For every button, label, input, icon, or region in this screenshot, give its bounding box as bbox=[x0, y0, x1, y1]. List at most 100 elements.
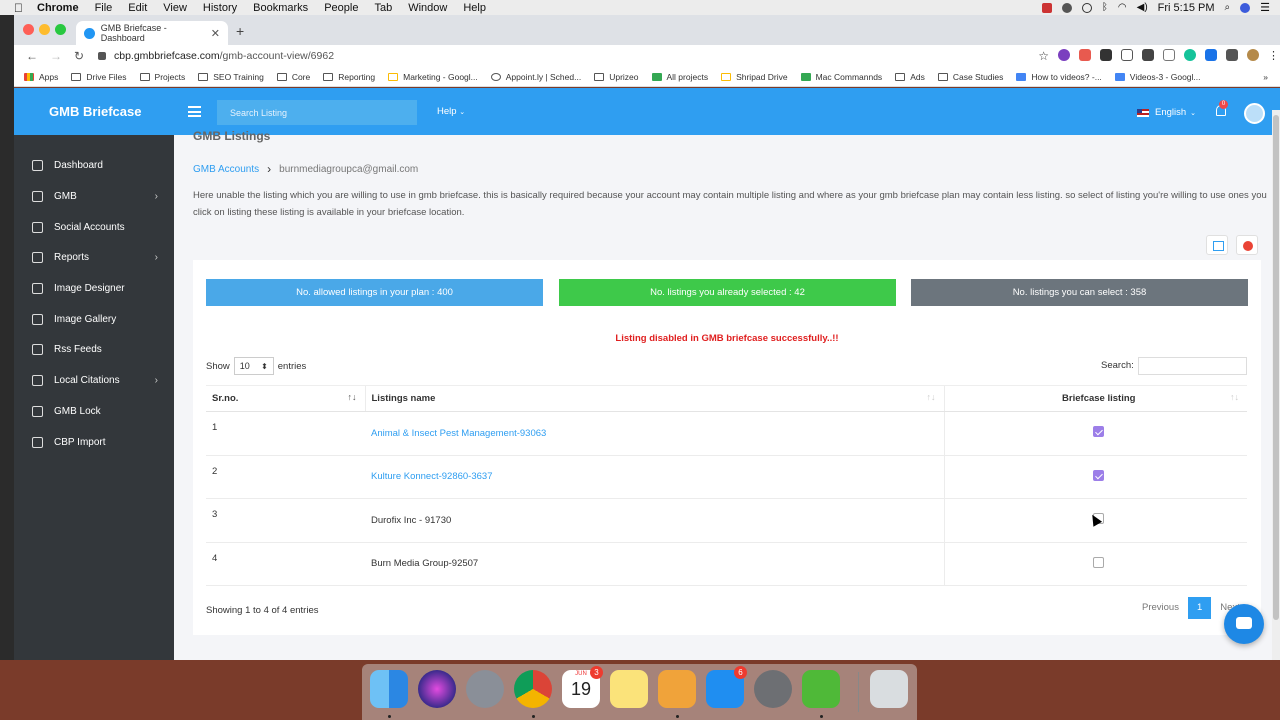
tab-close-icon[interactable]: ✕ bbox=[211, 27, 220, 40]
listing-link[interactable]: Kulture Konnect-92860-3637 bbox=[371, 471, 492, 482]
system-preferences-icon[interactable] bbox=[754, 670, 792, 708]
sidebar-item-gmb[interactable]: GMB › bbox=[14, 186, 174, 206]
lock-icon[interactable] bbox=[98, 52, 106, 60]
notification-center-icon[interactable]: ☰ bbox=[1260, 1, 1270, 14]
sidebar-item-image-designer[interactable]: Image Designer bbox=[14, 278, 174, 298]
camtasia-icon[interactable] bbox=[802, 670, 840, 708]
extension-icon[interactable] bbox=[1079, 49, 1091, 61]
menu-file[interactable]: File bbox=[95, 2, 113, 14]
column-header-listings-name[interactable]: Listings name ↑↓ bbox=[364, 385, 944, 412]
search-listing-input[interactable] bbox=[217, 100, 417, 125]
guide-book-icon[interactable] bbox=[1206, 235, 1228, 255]
siri-icon[interactable] bbox=[418, 670, 456, 708]
menu-window[interactable]: Window bbox=[408, 2, 447, 14]
table-search-input[interactable] bbox=[1138, 357, 1247, 375]
briefcase-checkbox[interactable] bbox=[1093, 469, 1105, 481]
launchpad-icon[interactable] bbox=[466, 670, 504, 708]
minimize-window-icon[interactable] bbox=[39, 24, 50, 35]
trash-icon[interactable] bbox=[870, 670, 908, 708]
bluetooth-icon[interactable]: ᛒ bbox=[1102, 2, 1108, 13]
bookmark-folder[interactable]: Drive Files bbox=[71, 72, 127, 82]
bookmark-folder[interactable]: Case Studies bbox=[937, 72, 1003, 82]
briefcase-checkbox[interactable] bbox=[1093, 426, 1105, 438]
bookmark-folder[interactable]: Uprizeo bbox=[594, 72, 639, 82]
bookmark-folder[interactable]: Ads bbox=[895, 72, 925, 82]
siri-icon[interactable] bbox=[1240, 2, 1251, 13]
extension-icon[interactable] bbox=[1142, 49, 1154, 61]
bookmark-folder[interactable]: SEO Training bbox=[198, 72, 264, 82]
user-avatar[interactable] bbox=[1244, 103, 1265, 124]
hamburger-menu-icon[interactable] bbox=[188, 106, 201, 117]
bookmarks-overflow-icon[interactable]: » bbox=[1263, 72, 1268, 82]
browser-tab[interactable]: GMB Briefcase - Dashboard ✕ bbox=[76, 21, 228, 45]
chrome-menu-icon[interactable]: ⋮ bbox=[1268, 49, 1279, 62]
status-app-icon[interactable] bbox=[1041, 2, 1052, 13]
menu-help[interactable]: Help bbox=[463, 2, 486, 14]
scrollbar-thumb[interactable] bbox=[1273, 115, 1279, 620]
notes-icon[interactable] bbox=[610, 670, 648, 708]
extension-icon[interactable] bbox=[1100, 49, 1112, 61]
volume-icon[interactable]: ◀) bbox=[1137, 2, 1148, 13]
bookmark-star-icon[interactable]: ☆ bbox=[1038, 49, 1049, 63]
chat-widget-icon[interactable] bbox=[1224, 604, 1264, 644]
menu-edit[interactable]: Edit bbox=[128, 2, 147, 14]
spotlight-icon[interactable]: ⌕ bbox=[1225, 2, 1231, 13]
pagination-page-1[interactable]: 1 bbox=[1187, 597, 1212, 619]
bookmark-link[interactable]: Marketing - Googl... bbox=[388, 72, 478, 82]
sidebar-item-dashboard[interactable]: Dashboard bbox=[14, 155, 174, 175]
extension-icon[interactable] bbox=[1205, 49, 1217, 61]
breadcrumb-gmb-accounts[interactable]: GMB Accounts bbox=[193, 164, 259, 175]
sidebar-item-cbp-import[interactable]: CBP Import bbox=[14, 432, 174, 452]
extension-icon[interactable] bbox=[1163, 49, 1175, 61]
status-cc-icon[interactable] bbox=[1061, 2, 1072, 13]
sidebar-item-image-gallery[interactable]: Image Gallery bbox=[14, 309, 174, 329]
help-dropdown[interactable]: Help ⌄ bbox=[437, 106, 465, 117]
zoom-window-icon[interactable] bbox=[55, 24, 66, 35]
reload-icon[interactable]: ↻ bbox=[74, 49, 86, 63]
sidebar-item-local-citations[interactable]: Local Citations › bbox=[14, 370, 174, 390]
sidebar-item-reports[interactable]: Reports › bbox=[14, 247, 174, 267]
forward-icon[interactable]: → bbox=[50, 49, 62, 63]
bookmark-link[interactable]: How to videos? -... bbox=[1016, 72, 1102, 82]
pages-icon[interactable] bbox=[658, 670, 696, 708]
sidebar-item-social-accounts[interactable]: Social Accounts bbox=[14, 217, 174, 237]
wifi-icon[interactable]: ◠ bbox=[1118, 2, 1127, 13]
menu-people[interactable]: People bbox=[324, 2, 358, 14]
bookmark-apps[interactable]: Apps bbox=[24, 72, 58, 82]
bookmark-folder[interactable]: Projects bbox=[139, 72, 185, 82]
address-bar[interactable]: cbp.gmbbriefcase.com/gmb-account-view/69… bbox=[98, 50, 334, 62]
extension-icon[interactable] bbox=[1058, 49, 1070, 61]
bookmark-link[interactable]: Shripad Drive bbox=[721, 72, 788, 82]
entries-select[interactable]: 10 bbox=[233, 357, 274, 375]
sidebar-item-rss-feeds[interactable]: Rss Feeds bbox=[14, 339, 174, 359]
bookmark-link[interactable]: Mac Commannds bbox=[800, 72, 882, 82]
extensions-puzzle-icon[interactable] bbox=[1226, 49, 1238, 61]
brand-logo[interactable]: GMB Briefcase bbox=[49, 104, 141, 119]
menu-view[interactable]: View bbox=[163, 2, 187, 14]
menu-history[interactable]: History bbox=[203, 2, 237, 14]
back-icon[interactable]: ← bbox=[26, 49, 38, 63]
language-dropdown[interactable]: English ⌄ bbox=[1137, 107, 1196, 118]
grammarly-icon[interactable] bbox=[1184, 49, 1196, 61]
briefcase-checkbox[interactable] bbox=[1093, 556, 1105, 568]
profile-avatar-icon[interactable] bbox=[1247, 49, 1259, 61]
extension-icon[interactable] bbox=[1121, 49, 1133, 61]
menubar-clock[interactable]: Fri 5:15 PM bbox=[1158, 2, 1215, 14]
bookmark-link[interactable]: All projects bbox=[651, 72, 708, 82]
column-header-srno[interactable]: Sr.no. ↑↓ bbox=[206, 385, 365, 412]
menu-bookmarks[interactable]: Bookmarks bbox=[253, 2, 308, 14]
finder-icon[interactable] bbox=[370, 670, 408, 708]
chrome-icon[interactable] bbox=[514, 670, 552, 708]
listing-link[interactable]: Animal & Insect Pest Management-93063 bbox=[371, 428, 546, 439]
sidebar-item-gmb-lock[interactable]: GMB Lock bbox=[14, 401, 174, 421]
pagination-previous[interactable]: Previous bbox=[1133, 597, 1188, 619]
close-window-icon[interactable] bbox=[23, 24, 34, 35]
accessibility-icon[interactable] bbox=[1081, 2, 1092, 13]
column-header-briefcase-listing[interactable]: Briefcase listing ↑↓ bbox=[943, 385, 1247, 412]
bookmark-folder[interactable]: Core bbox=[276, 72, 310, 82]
bookmark-link[interactable]: Appoint.ly | Sched... bbox=[490, 72, 581, 82]
menu-chrome[interactable]: Chrome bbox=[37, 2, 79, 14]
apple-icon[interactable]:  bbox=[14, 1, 23, 15]
menu-tab[interactable]: Tab bbox=[374, 2, 392, 14]
bookmark-link[interactable]: Videos-3 - Googl... bbox=[1114, 72, 1201, 82]
